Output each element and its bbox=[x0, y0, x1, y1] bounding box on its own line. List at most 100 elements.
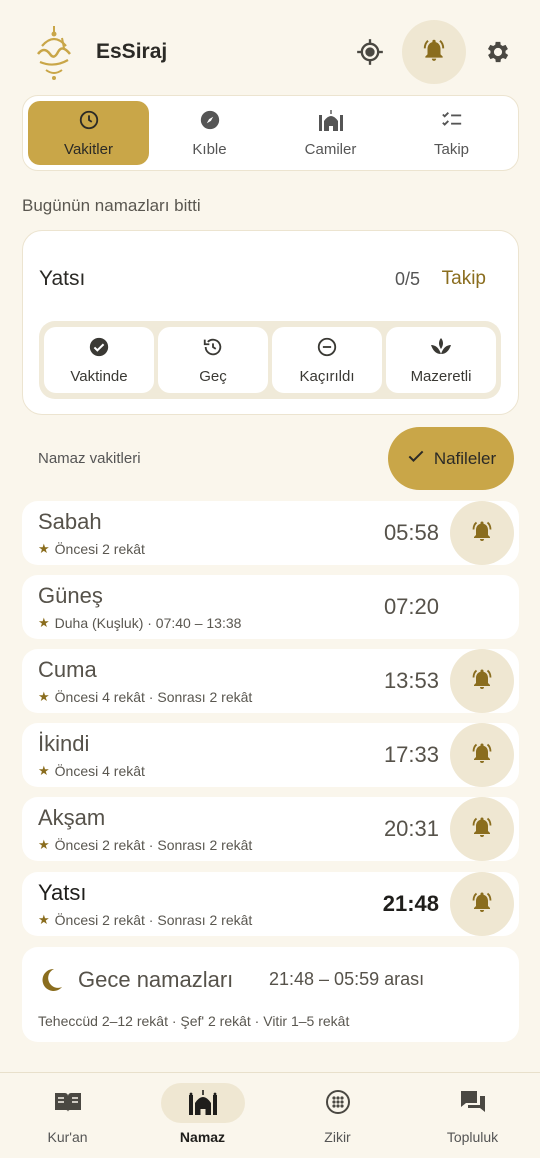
prayer-name: Yatsı bbox=[38, 880, 87, 905]
tab-label: Camiler bbox=[304, 140, 357, 158]
prayer-row-aksam: Akşam ★ Öncesi 2 rekât · Sonrası 2 rekât … bbox=[22, 797, 519, 861]
prayer-tracker-card: Yatsı 0/5 Takip Vaktinde Geç Kaçırıldı M… bbox=[22, 230, 519, 415]
nafile-label: Nafileler bbox=[433, 448, 497, 468]
prayer-row-gunes: Güneş ★ Duha (Kuşluk) · 07:40 – 13:38 07:… bbox=[22, 575, 519, 639]
clock-icon bbox=[78, 109, 100, 141]
nafile-toggle-button[interactable]: Nafileler bbox=[388, 427, 514, 490]
check-circle-icon bbox=[88, 336, 110, 368]
bell-icon bbox=[470, 741, 494, 770]
night-desc: Teheccüd 2–12 rekât · Şef' 2 rekât · Vit… bbox=[38, 1013, 350, 1029]
nav-item-namaz[interactable]: Namaz bbox=[135, 1073, 270, 1158]
nav-label: Kur'an bbox=[47, 1129, 88, 1145]
status-kacirildi-button[interactable]: Kaçırıldı bbox=[272, 327, 382, 393]
mosque-icon bbox=[188, 1089, 218, 1118]
status-gec-button[interactable]: Geç bbox=[158, 327, 268, 393]
nav-label: Namaz bbox=[179, 1129, 226, 1145]
prayer-sunnah: Öncesi 4 rekât · Sonrası 2 rekât bbox=[54, 689, 253, 705]
mosque-icon bbox=[318, 109, 344, 141]
prayer-sunnah: Öncesi 2 rekât bbox=[54, 541, 145, 557]
prayer-row-yatsi: Yatsı ★ Öncesi 2 rekât · Sonrası 2 rekât … bbox=[22, 872, 519, 936]
star-icon: ★ bbox=[38, 615, 50, 630]
prayer-time: 05:58 bbox=[383, 520, 439, 545]
tracker-count: 0/5 bbox=[394, 269, 420, 289]
nav-item-zikir[interactable]: Zikir bbox=[270, 1073, 405, 1158]
prayer-time: 20:31 bbox=[383, 816, 439, 841]
status-vaktinde-button[interactable]: Vaktinde bbox=[44, 327, 154, 393]
app-logo-icon bbox=[32, 24, 76, 82]
prayer-row-cuma: Cuma ★ Öncesi 4 rekât · Sonrası 2 rekât 1… bbox=[22, 649, 519, 713]
prayer-row-ikindi: İkindi ★ Öncesi 4 rekât 17:33 bbox=[22, 723, 519, 787]
status-mazeretli-button[interactable]: Mazeretli bbox=[386, 327, 496, 393]
main-tabbar: Vakitler Kıble Camiler Takip bbox=[22, 95, 519, 171]
bell-icon bbox=[470, 519, 494, 548]
app-title: EsSiraj bbox=[96, 40, 168, 63]
tracker-link-button[interactable]: Takip bbox=[442, 268, 486, 290]
prayer-sunnah: Duha (Kuşluk) · 07:40 – 13:38 bbox=[54, 615, 242, 631]
tab-kible[interactable]: Kıble bbox=[149, 101, 270, 165]
prayer-name: Akşam bbox=[38, 805, 106, 830]
forum-icon bbox=[459, 1089, 487, 1118]
prayer-name: Sabah bbox=[38, 509, 102, 534]
compass-icon bbox=[199, 109, 221, 141]
prayer-alarm-button[interactable] bbox=[450, 649, 514, 713]
tab-camiler[interactable]: Camiler bbox=[270, 101, 391, 165]
prayer-sunnah: Öncesi 2 rekât · Sonrası 2 rekât bbox=[54, 837, 253, 853]
status-label: Mazeretli bbox=[410, 367, 472, 385]
star-icon: ★ bbox=[38, 763, 50, 778]
bottom-navigation: Kur'an Namaz Zikir Topluluk bbox=[0, 1072, 540, 1158]
star-icon: ★ bbox=[38, 837, 50, 852]
gps-icon[interactable] bbox=[350, 32, 390, 72]
gear-icon[interactable] bbox=[478, 32, 518, 72]
prayer-alarm-button[interactable] bbox=[450, 872, 514, 936]
prayer-row-sabah: Sabah ★ Öncesi 2 rekât 05:58 bbox=[22, 501, 519, 565]
tab-takip[interactable]: Takip bbox=[391, 101, 512, 165]
prayer-name: Cuma bbox=[38, 657, 97, 682]
night-title: Gece namazları bbox=[78, 967, 234, 992]
app-header: EsSiraj bbox=[0, 0, 540, 100]
status-label: Geç bbox=[199, 367, 227, 385]
prayer-alarm-button[interactable] bbox=[450, 797, 514, 861]
nav-label: Zikir bbox=[324, 1129, 351, 1145]
section-title-times: Namaz vakitleri bbox=[38, 450, 141, 467]
star-icon: ★ bbox=[38, 912, 50, 927]
star-icon: ★ bbox=[38, 541, 50, 556]
night-prayers-card: Gece namazları 21:48 – 05:59 arası Tehec… bbox=[22, 947, 519, 1042]
prayer-sunnah: Öncesi 4 rekât bbox=[54, 763, 145, 779]
checklist-icon bbox=[441, 109, 463, 141]
bell-icon bbox=[421, 37, 447, 68]
notifications-button[interactable] bbox=[402, 20, 466, 84]
prayer-alarm-button[interactable] bbox=[450, 501, 514, 565]
prayer-time: 13:53 bbox=[383, 668, 439, 693]
tab-vakitler[interactable]: Vakitler bbox=[28, 101, 149, 165]
book-icon bbox=[54, 1090, 82, 1117]
moon-icon bbox=[40, 967, 64, 998]
prayer-time: 17:33 bbox=[383, 742, 439, 767]
rosary-icon bbox=[325, 1089, 351, 1118]
prayer-alarm-button[interactable] bbox=[450, 723, 514, 787]
bell-icon bbox=[470, 890, 494, 919]
status-options: Vaktinde Geç Kaçırıldı Mazeretli bbox=[39, 321, 501, 399]
star-icon: ★ bbox=[38, 689, 50, 704]
spa-icon bbox=[429, 336, 453, 368]
bell-icon bbox=[470, 815, 494, 844]
prayer-name: İkindi bbox=[38, 731, 90, 756]
tab-label: Vakitler bbox=[64, 140, 113, 158]
prayer-name: Güneş bbox=[38, 583, 103, 608]
minus-circle-icon bbox=[316, 336, 338, 368]
history-icon bbox=[202, 336, 224, 368]
prayer-sunnah: Öncesi 2 rekât · Sonrası 2 rekât bbox=[54, 912, 253, 928]
nav-label: Topluluk bbox=[446, 1129, 499, 1145]
prayer-time: 07:20 bbox=[383, 594, 439, 619]
nav-item-kuran[interactable]: Kur'an bbox=[0, 1073, 135, 1158]
nav-item-topluluk[interactable]: Topluluk bbox=[405, 1073, 540, 1158]
status-message: Bugünün namazları bitti bbox=[22, 196, 201, 215]
bell-icon bbox=[470, 667, 494, 696]
status-label: Kaçırıldı bbox=[299, 367, 355, 385]
tab-label: Kıble bbox=[192, 140, 227, 158]
tracker-prayer-name: Yatsı bbox=[39, 267, 86, 290]
status-label: Vaktinde bbox=[70, 367, 128, 385]
tab-label: Takip bbox=[433, 140, 470, 158]
check-icon bbox=[406, 446, 434, 471]
prayer-time: 21:48 bbox=[382, 891, 439, 916]
night-range: 21:48 – 05:59 arası bbox=[269, 969, 425, 989]
